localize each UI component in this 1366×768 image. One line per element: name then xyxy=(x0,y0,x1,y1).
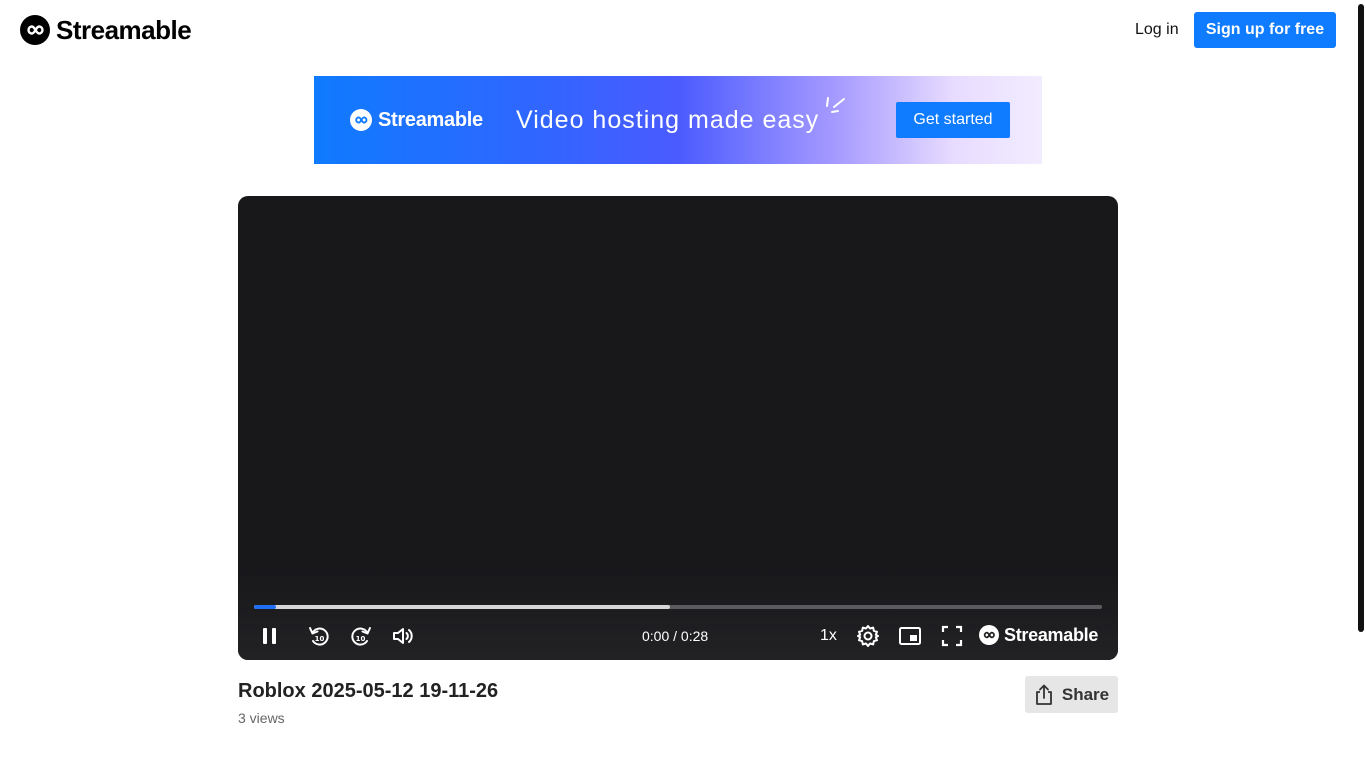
video-title: Roblox 2025-05-12 19-11-26 xyxy=(238,680,499,702)
logo-text: Streamable xyxy=(56,15,192,45)
banner-tagline: Video hosting made easy xyxy=(516,106,820,134)
promo-banner[interactable]: Streamable Video hosting made easy Get s… xyxy=(314,76,1042,164)
get-started-button[interactable]: Get started xyxy=(896,102,1010,138)
sparkle-icon xyxy=(826,97,845,113)
scrollbar-thumb[interactable] xyxy=(1358,4,1364,632)
video-player[interactable]: 10 10 0:00 / 0:28 1x Streamable xyxy=(238,196,1118,660)
progress-buffered xyxy=(254,605,670,609)
picture-in-picture-icon xyxy=(899,627,921,645)
view-count: 3 views xyxy=(238,710,285,726)
site-header: Streamable Log in Sign up for free xyxy=(0,0,1366,60)
player-brand-logo[interactable]: Streamable xyxy=(979,624,1098,646)
share-button[interactable]: Share xyxy=(1025,676,1118,713)
settings-button[interactable] xyxy=(855,621,881,651)
volume-icon xyxy=(393,628,413,644)
forward-10-button[interactable]: 10 xyxy=(348,621,374,651)
banner-logo-text: Streamable xyxy=(378,109,483,131)
streamable-logo-icon xyxy=(20,15,50,45)
share-icon xyxy=(1035,684,1052,705)
gear-icon xyxy=(857,625,879,647)
playback-speed-button[interactable]: 1x xyxy=(820,626,837,646)
forward-10-icon: 10 xyxy=(351,627,371,646)
fullscreen-button[interactable] xyxy=(939,621,965,651)
fullscreen-icon xyxy=(941,625,963,647)
signup-button[interactable]: Sign up for free xyxy=(1194,12,1336,48)
rewind-10-icon: 10 xyxy=(309,627,329,646)
share-label: Share xyxy=(1061,684,1110,704)
progress-played xyxy=(254,605,277,609)
progress-bar[interactable] xyxy=(254,605,1102,609)
player-brand-text: Streamable xyxy=(1004,625,1099,645)
pause-button[interactable] xyxy=(258,621,282,651)
streamable-logo[interactable]: Streamable xyxy=(20,14,192,46)
svg-text:10: 10 xyxy=(315,635,325,643)
volume-button[interactable] xyxy=(390,621,416,651)
login-link[interactable]: Log in xyxy=(1135,20,1179,40)
time-display: 0:00 / 0:28 xyxy=(642,628,709,644)
picture-in-picture-button[interactable] xyxy=(897,621,923,651)
banner-logo-icon xyxy=(350,109,372,131)
player-brand-icon xyxy=(979,625,999,645)
banner-logo: Streamable xyxy=(350,109,483,131)
pause-icon xyxy=(263,628,276,644)
rewind-10-button[interactable]: 10 xyxy=(306,621,332,651)
svg-text:10: 10 xyxy=(356,635,366,643)
